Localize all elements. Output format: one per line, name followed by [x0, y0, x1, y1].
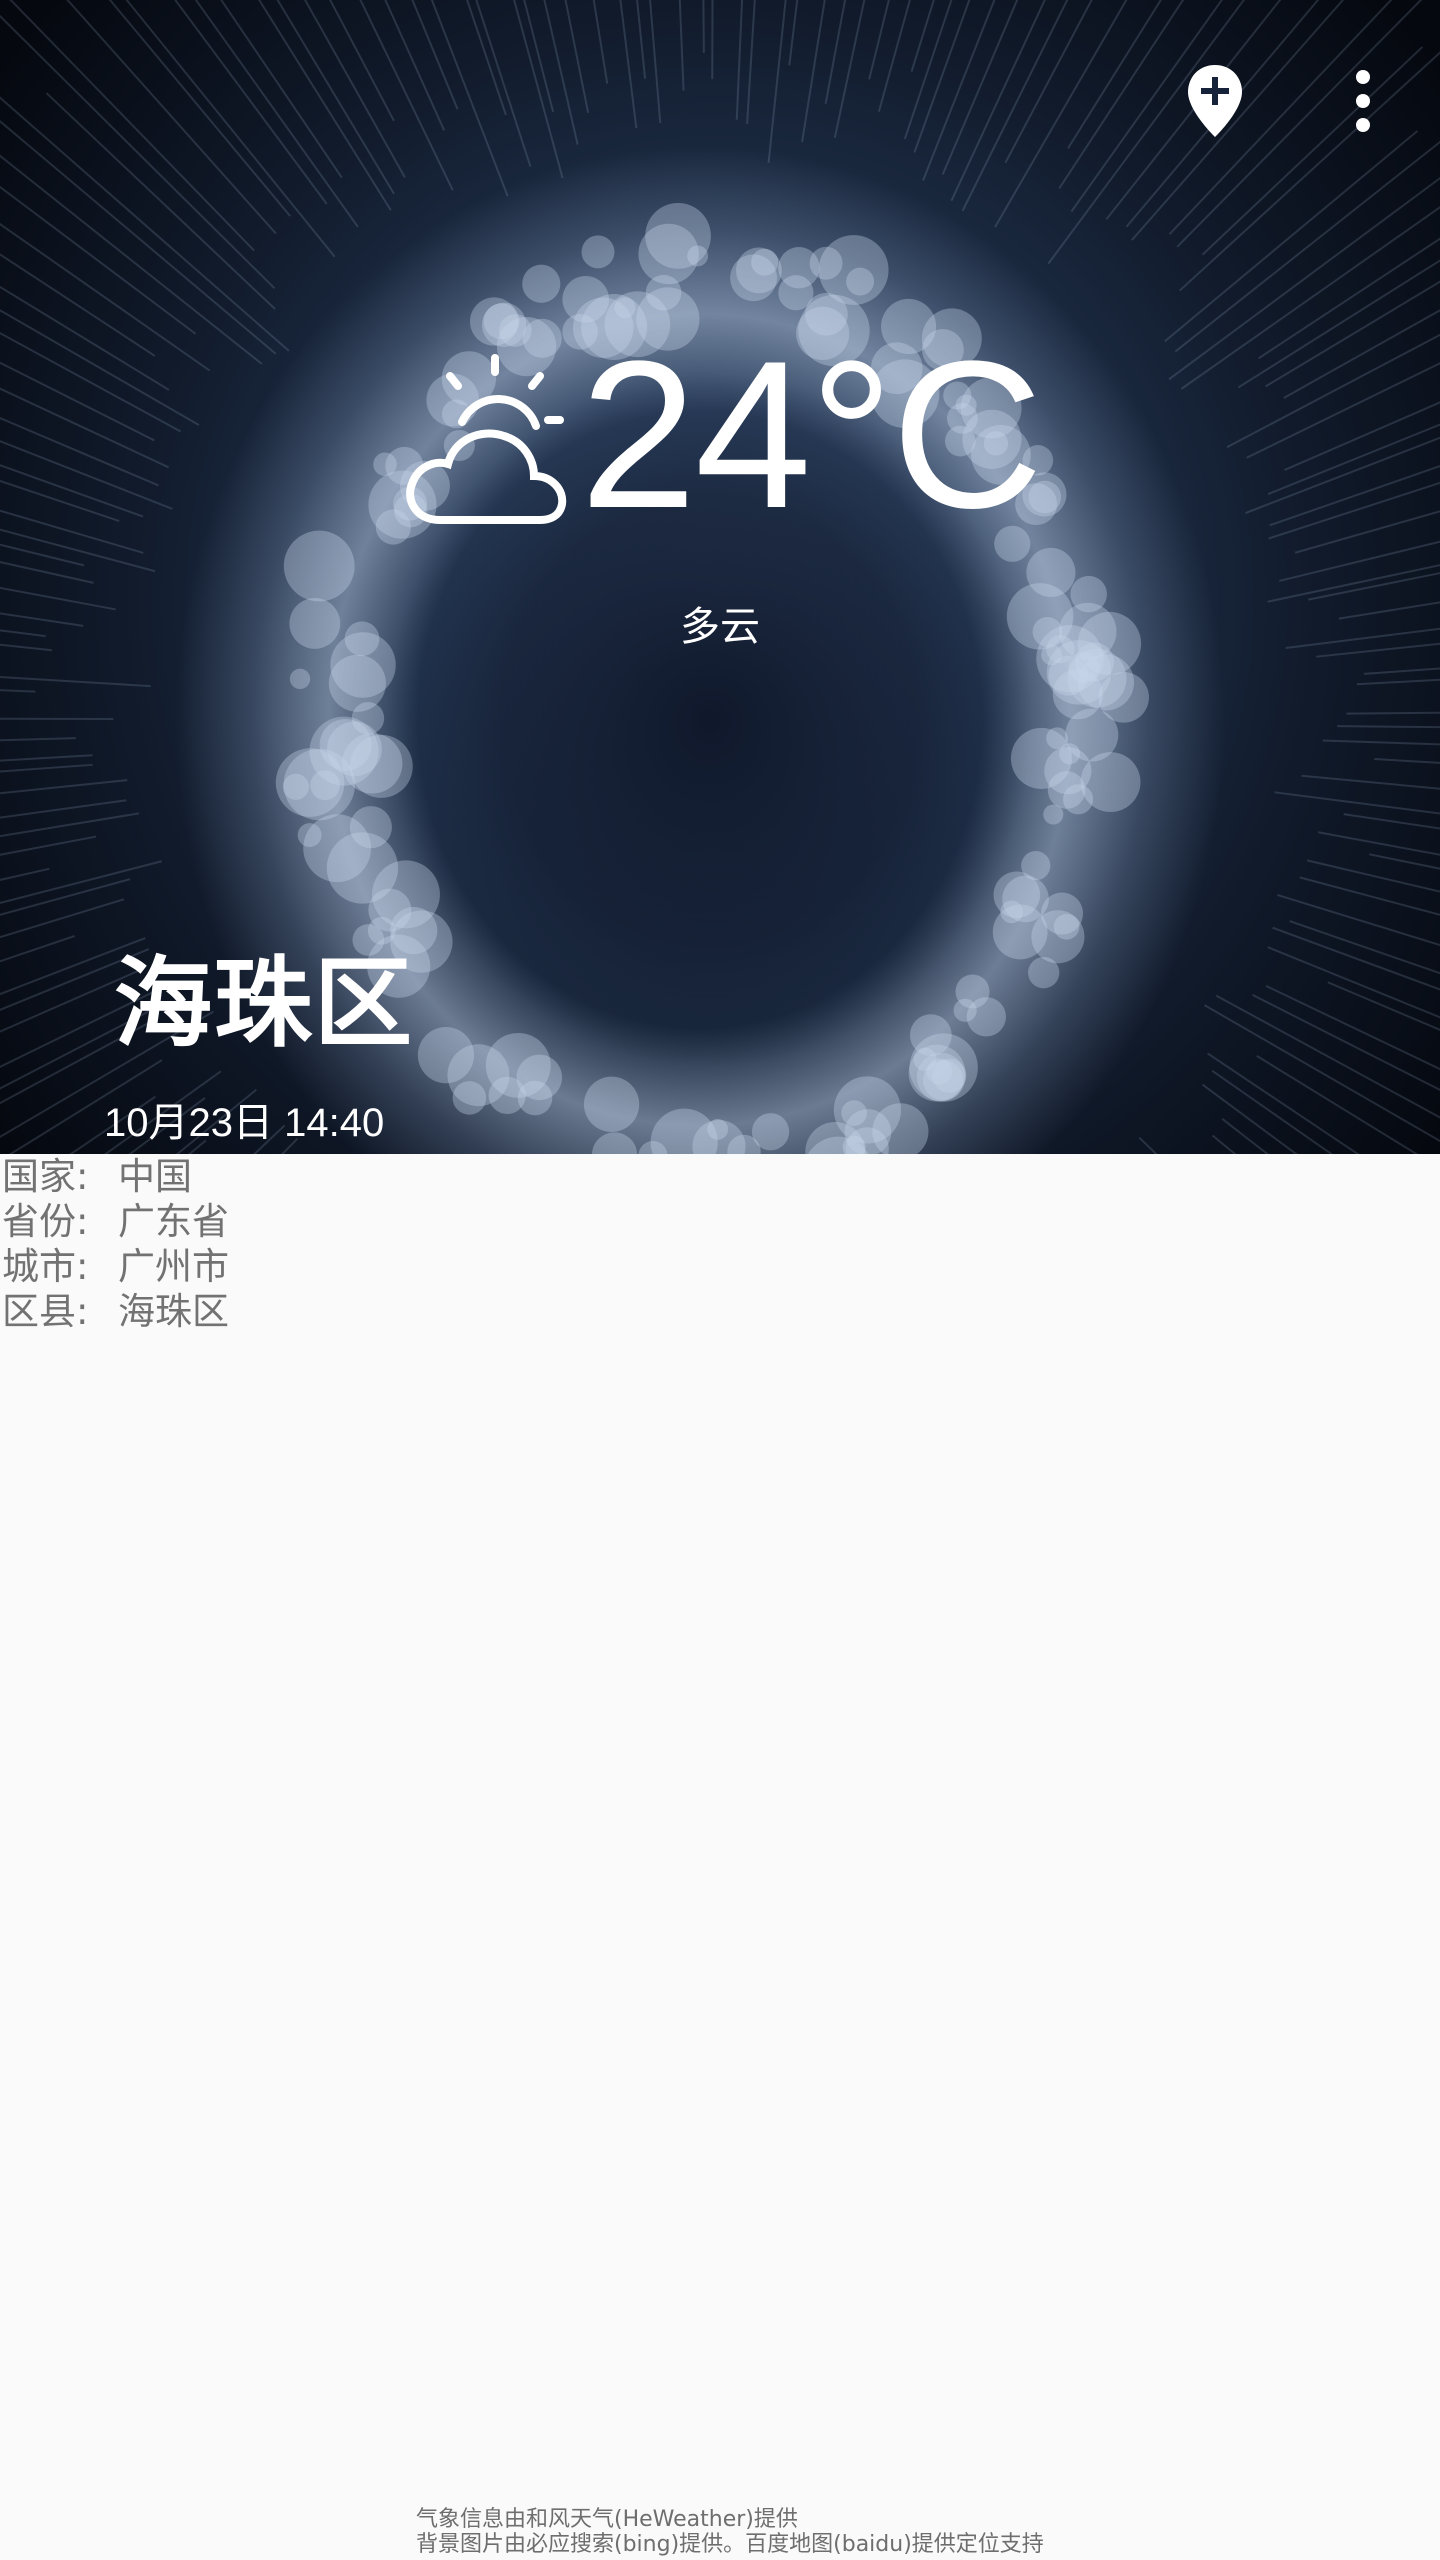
image-map-credit: 背景图片由必应搜索(bing)提供。百度地图(baidu)提供定位支持	[416, 2532, 1044, 2557]
add-location-icon	[1188, 65, 1242, 137]
detail-value: 海珠区	[118, 1290, 229, 1333]
more-options-button[interactable]	[1318, 56, 1408, 146]
detail-row-province: 省份: 广东省	[2, 1199, 229, 1244]
detail-label: 城市:	[2, 1245, 89, 1288]
detail-value: 广州市	[118, 1245, 229, 1288]
temperature: 24°C	[580, 317, 1043, 552]
more-vert-icon	[1356, 70, 1370, 132]
credits-footer: 气象信息由和风天气(HeWeather)提供 背景图片由必应搜索(bing)提供…	[416, 2507, 1044, 2557]
detail-label: 区县:	[2, 1290, 89, 1333]
detail-row-country: 国家: 中国	[2, 1154, 229, 1199]
detail-row-county: 区县: 海珠区	[2, 1289, 229, 1334]
district-title: 海珠区	[114, 947, 415, 1061]
weather-credit: 气象信息由和风天气(HeWeather)提供	[416, 2507, 798, 2532]
weather-condition: 多云	[680, 604, 760, 650]
detail-value: 中国	[118, 1155, 192, 1198]
detail-row-city: 城市: 广州市	[2, 1244, 229, 1289]
partly-cloudy-icon	[406, 354, 567, 524]
update-datetime: 10月23日 14:40	[104, 1101, 385, 1145]
detail-label: 国家:	[2, 1155, 89, 1198]
current-weather: 24°C	[400, 330, 1060, 540]
detail-value: 广东省	[118, 1200, 229, 1243]
location-details: 国家: 中国 省份: 广东省 城市: 广州市 区县: 海珠区	[2, 1154, 229, 1334]
weather-hero: 24°C 多云 海珠区 10月23日 14:40	[0, 0, 1440, 1154]
detail-label: 省份:	[2, 1200, 89, 1243]
add-location-button[interactable]	[1170, 56, 1260, 146]
